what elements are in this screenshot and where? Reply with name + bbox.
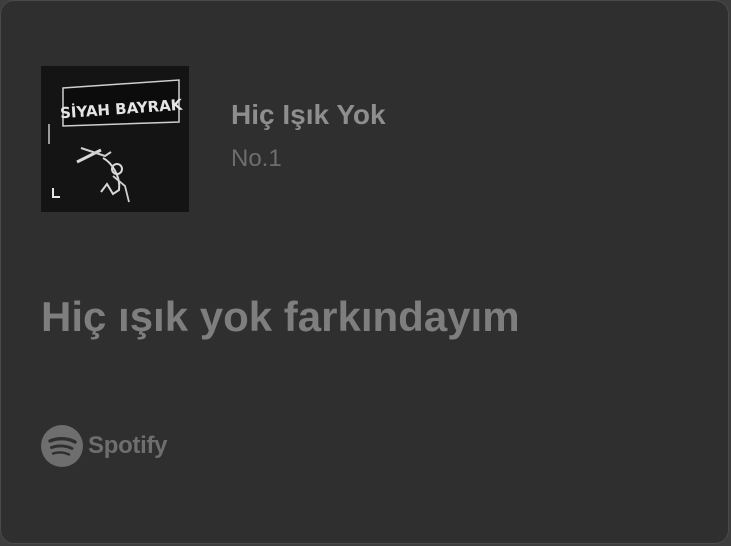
- lyrics-share-card: SİYAH BAYRAK Hiç Işık Yok No.1 Hiç ışık …: [0, 0, 729, 544]
- album-cover: SİYAH BAYRAK: [41, 66, 189, 212]
- spotify-brand: Spotify: [41, 425, 168, 467]
- spotify-icon: [41, 425, 83, 467]
- track-subtitle: No.1: [231, 145, 282, 172]
- album-cover-art: SİYAH BAYRAK: [41, 66, 189, 212]
- brand-name: Spotify: [88, 432, 168, 459]
- lyric-line: Hiç ışık yok farkındayım: [41, 293, 520, 340]
- track-title: Hiç Işık Yok: [231, 99, 386, 130]
